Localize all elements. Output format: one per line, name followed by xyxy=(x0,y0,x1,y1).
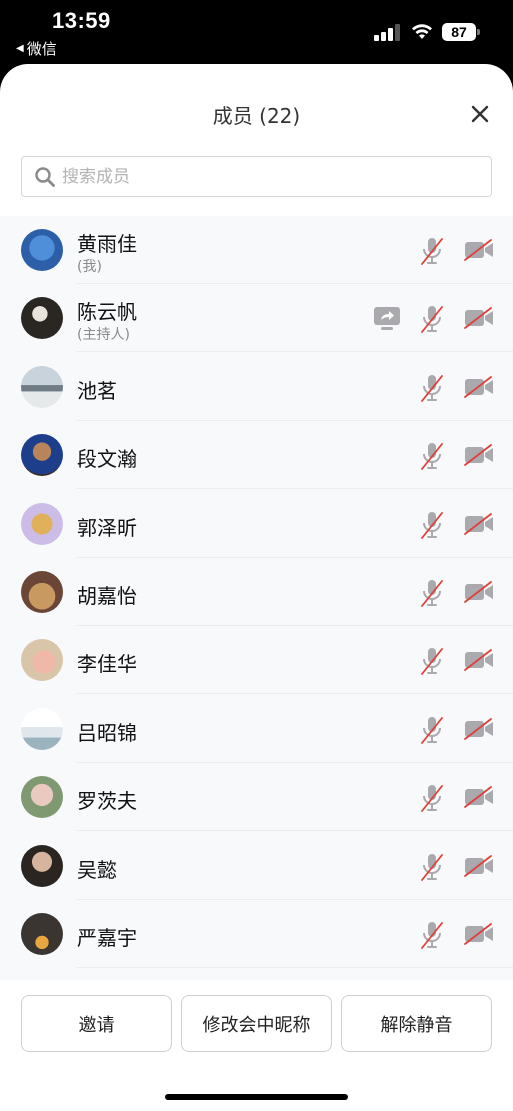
member-name: 吴懿 xyxy=(77,857,117,882)
battery-level: 87 xyxy=(442,23,476,41)
member-row[interactable]: 吕昭锦 xyxy=(0,695,513,763)
avatar xyxy=(21,639,63,682)
status-bar: 13:59 ◀ 微信 87 xyxy=(0,0,513,64)
close-button[interactable] xyxy=(466,100,494,128)
search-icon xyxy=(35,166,55,187)
member-row[interactable]: 段文瀚 xyxy=(0,421,513,490)
member-name: 段文瀚 xyxy=(77,447,137,472)
avatar xyxy=(21,229,63,271)
battery-nub xyxy=(477,29,480,35)
invite-button[interactable]: 邀请 xyxy=(21,995,172,1052)
member-name: 胡嘉怡 xyxy=(77,584,137,608)
back-app-label: 微信 xyxy=(26,40,57,58)
mic-muted-icon[interactable] xyxy=(420,920,444,950)
camera-off-icon[interactable] xyxy=(464,512,494,535)
camera-off-icon[interactable] xyxy=(464,717,494,740)
avatar xyxy=(21,502,63,545)
avatar xyxy=(21,365,63,408)
avatar xyxy=(21,776,63,819)
avatar xyxy=(21,844,63,887)
avatar xyxy=(21,434,63,477)
status-time: 13:59 xyxy=(52,8,111,33)
camera-off-icon[interactable] xyxy=(464,307,494,330)
member-name: 黄雨佳 xyxy=(77,232,137,256)
member-row[interactable]: 黄雨佳 (我) xyxy=(0,216,513,284)
members-sheet: 成员 (22) 黄雨佳 (我) 陈云帆 (主持人) xyxy=(0,64,513,1111)
member-name: 郭泽昕 xyxy=(77,515,137,540)
member-row[interactable]: 胡嘉怡 xyxy=(0,558,513,626)
camera-off-icon[interactable] xyxy=(464,649,494,672)
member-row[interactable]: 严嘉宇 xyxy=(0,900,513,968)
member-name: 严嘉宇 xyxy=(77,926,137,950)
camera-off-icon[interactable] xyxy=(464,375,494,398)
camera-off-icon[interactable] xyxy=(464,239,494,261)
member-row[interactable]: 李佳华 xyxy=(0,626,513,695)
member-name: 吕昭锦 xyxy=(77,720,137,745)
member-row[interactable]: 郭泽昕 xyxy=(0,490,513,558)
member-row[interactable]: 池茗 xyxy=(0,353,513,421)
screen-share-icon[interactable] xyxy=(373,305,401,331)
member-name: 罗茨夫 xyxy=(77,789,137,814)
avatar xyxy=(21,707,63,750)
mic-muted-icon[interactable] xyxy=(420,715,444,745)
cellular-signal-icon xyxy=(374,24,400,41)
footer-actions: 邀请 修改会中昵称 解除静音 xyxy=(0,980,513,1111)
member-row[interactable]: 罗茨夫 xyxy=(0,763,513,832)
member-role: (我) xyxy=(77,259,102,275)
close-icon xyxy=(471,105,489,123)
search-input[interactable] xyxy=(62,166,442,187)
rename-button[interactable]: 修改会中昵称 xyxy=(181,995,332,1052)
member-role: (主持人) xyxy=(77,327,130,344)
mic-muted-icon[interactable] xyxy=(420,578,444,608)
avatar xyxy=(21,571,63,613)
camera-off-icon[interactable] xyxy=(464,923,494,945)
unmute-button[interactable]: 解除静音 xyxy=(341,995,492,1052)
camera-off-icon[interactable] xyxy=(464,444,494,467)
camera-off-icon[interactable] xyxy=(464,854,494,877)
member-name: 陈云帆 xyxy=(77,300,137,325)
battery-indicator: 87 xyxy=(442,22,480,42)
mic-muted-icon[interactable] xyxy=(420,441,444,471)
wifi-icon xyxy=(412,24,432,39)
member-list: 黄雨佳 (我) 陈云帆 (主持人) 池茗 段文瀚 郭泽昕 胡嘉怡 李佳华 吕昭锦… xyxy=(0,216,513,980)
back-to-app-link[interactable]: ◀ 微信 xyxy=(16,38,57,59)
mic-muted-icon[interactable] xyxy=(420,852,444,882)
mic-muted-icon[interactable] xyxy=(420,304,444,334)
mic-muted-icon[interactable] xyxy=(420,783,444,813)
mic-muted-icon[interactable] xyxy=(420,510,444,540)
search-field[interactable] xyxy=(21,156,492,197)
mic-muted-icon[interactable] xyxy=(420,373,444,403)
mic-muted-icon[interactable] xyxy=(420,646,444,676)
member-row[interactable]: 吴懿 xyxy=(0,832,513,900)
mic-muted-icon[interactable] xyxy=(420,236,444,266)
member-row[interactable]: 陈云帆 (主持人) xyxy=(0,284,513,353)
avatar xyxy=(21,297,63,340)
member-name: 池茗 xyxy=(77,378,117,403)
row-divider xyxy=(77,967,513,968)
sheet-title: 成员 (22) xyxy=(212,104,301,128)
avatar xyxy=(21,913,63,955)
camera-off-icon[interactable] xyxy=(464,581,494,603)
member-name: 李佳华 xyxy=(77,652,137,677)
back-triangle-icon: ◀ xyxy=(16,43,24,54)
home-indicator[interactable] xyxy=(165,1094,348,1100)
camera-off-icon[interactable] xyxy=(464,786,494,809)
